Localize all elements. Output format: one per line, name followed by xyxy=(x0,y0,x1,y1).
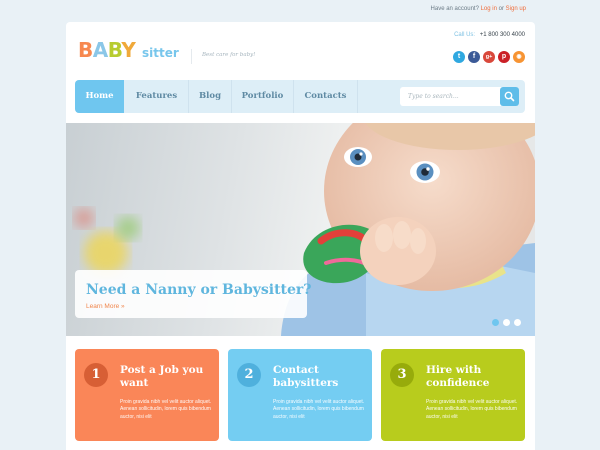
logo-baby: BABY xyxy=(78,38,136,62)
feature-text: Proin gravida nibh vel velit auctor aliq… xyxy=(273,399,365,420)
rss-icon[interactable]: ◉ xyxy=(513,51,525,63)
feature-title: Contact babysitters xyxy=(273,364,339,389)
logo-letter: B xyxy=(107,38,122,62)
google-plus-icon[interactable]: g+ xyxy=(483,51,495,63)
logo[interactable]: BABY sitter xyxy=(78,39,181,65)
step-number: 3 xyxy=(390,363,414,387)
slider-dot[interactable] xyxy=(503,319,510,326)
logo-letter: A xyxy=(92,38,108,62)
nav-portfolio[interactable]: Portfolio xyxy=(232,80,293,113)
feature-box-contact[interactable]: 2 Contact babysitters Proin gravida nibh… xyxy=(228,349,372,441)
slider-dots xyxy=(492,319,521,326)
account-bar: Have an account? Log in or Sign up xyxy=(431,6,526,12)
search-input[interactable] xyxy=(400,87,496,106)
nav-blog[interactable]: Blog xyxy=(189,80,231,113)
twitter-icon[interactable]: t xyxy=(453,51,465,63)
nav-home[interactable]: Home xyxy=(75,80,124,113)
nav-contacts[interactable]: Contacts xyxy=(294,80,357,113)
hero-title: Need a Nanny or Babysitter? xyxy=(86,282,312,298)
account-prompt: Have an account? xyxy=(430,6,479,12)
page-container: BABY sitter Best care for baby! Call Us:… xyxy=(66,22,535,450)
feature-title: Hire with confidence xyxy=(426,364,490,389)
or-text: or xyxy=(498,6,504,12)
signup-link[interactable]: Sign up xyxy=(506,6,526,12)
step-number: 1 xyxy=(84,363,108,387)
search-button[interactable] xyxy=(500,87,519,106)
slider-dot[interactable] xyxy=(492,319,499,326)
call-us-label: Call Us: xyxy=(454,32,476,38)
feature-text: Proin gravida nibh vel velit auctor aliq… xyxy=(426,399,518,420)
nav-divider xyxy=(357,80,358,113)
social-icons: t f g+ p ◉ xyxy=(453,51,525,63)
tagline: Best care for baby! xyxy=(202,52,256,58)
feature-title: Post a Job you want xyxy=(120,364,204,389)
logo-letter: Y xyxy=(121,38,136,62)
search-box xyxy=(400,87,519,106)
learn-more-link[interactable]: Learn More » xyxy=(86,303,125,310)
feature-text: Proin gravida nibh vel velit auctor aliq… xyxy=(120,399,212,420)
hero-slider: Need a Nanny or Babysitter? Learn More » xyxy=(66,123,535,336)
hero-caption: Need a Nanny or Babysitter? Learn More » xyxy=(75,270,312,318)
feature-box-post-job[interactable]: 1 Post a Job you want Proin gravida nibh… xyxy=(75,349,219,441)
logo-sitter: sitter xyxy=(142,46,179,60)
step-number: 2 xyxy=(237,363,261,387)
main-nav: Home Features Blog Portfolio Contacts xyxy=(75,80,525,113)
call-us: Call Us: +1 800 300 4000 xyxy=(454,32,525,38)
facebook-icon[interactable]: f xyxy=(468,51,480,63)
phone-number: +1 800 300 4000 xyxy=(479,32,525,38)
feature-box-hire[interactable]: 3 Hire with confidence Proin gravida nib… xyxy=(381,349,525,441)
header-divider xyxy=(191,49,192,64)
search-icon xyxy=(504,91,515,102)
logo-letter: B xyxy=(78,38,93,62)
pinterest-icon[interactable]: p xyxy=(498,51,510,63)
slider-dot[interactable] xyxy=(514,319,521,326)
nav-features[interactable]: Features xyxy=(125,80,188,113)
login-link[interactable]: Log in xyxy=(481,6,497,12)
